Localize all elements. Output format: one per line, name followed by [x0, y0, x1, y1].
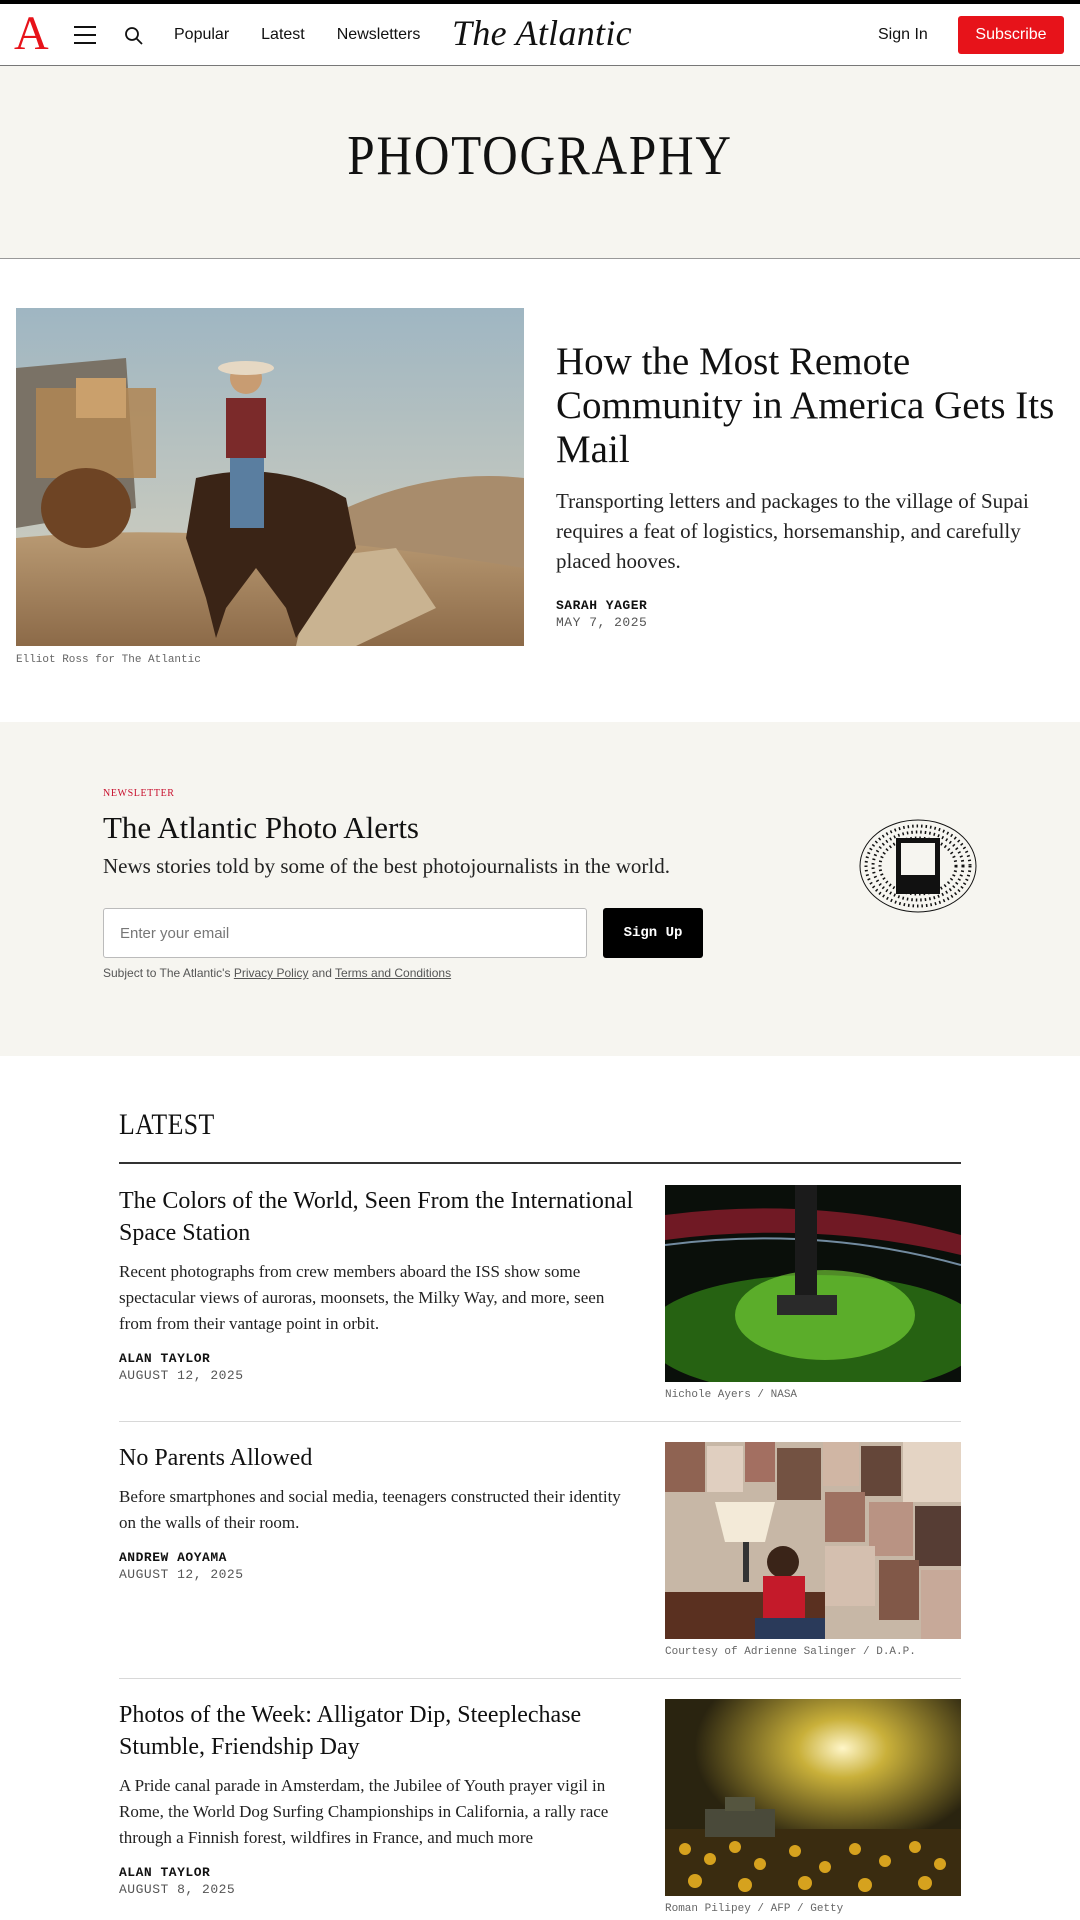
nav-popular[interactable]: Popular: [174, 26, 229, 44]
article-photo-credit: Roman Pilipey / AFP / Getty: [665, 1903, 844, 1915]
article-divider: [119, 1421, 961, 1422]
legal-and: and: [311, 966, 332, 980]
latest-divider: [119, 1162, 961, 1164]
terms-link[interactable]: Terms and Conditions: [335, 966, 451, 980]
top-navigation-bar: A Popular Latest Newsletters The Atlanti…: [0, 0, 1080, 66]
newsletter-legal: Subject to The Atlantic's Privacy Policy…: [103, 966, 451, 980]
newsletter-kicker: NEWSLETTER: [103, 788, 175, 799]
article-card[interactable]: Photos of the Week: Alligator Dip, Steep…: [119, 1699, 961, 1920]
article-author[interactable]: ANDREW AOYAMA: [119, 1550, 227, 1565]
wordmark[interactable]: The Atlantic: [452, 12, 632, 54]
article-date: AUGUST 8, 2025: [119, 1882, 236, 1897]
newsletter-module: NEWSLETTER The Atlantic Photo Alerts New…: [0, 722, 1080, 1056]
newsletter-title: The Atlantic Photo Alerts: [103, 810, 419, 845]
legal-prefix: Subject to The Atlantic's: [103, 966, 231, 980]
section-title: PHOTOGRAPHY: [347, 125, 733, 187]
latest-heading: LATEST: [119, 1108, 215, 1141]
atlantic-logo[interactable]: A: [14, 10, 49, 58]
email-input[interactable]: [103, 908, 587, 958]
hero-author[interactable]: SARAH YAGER: [556, 598, 647, 613]
article-divider: [119, 1678, 961, 1679]
photo-alerts-badge-icon: [859, 819, 977, 913]
nav-newsletters[interactable]: Newsletters: [337, 26, 421, 44]
article-title[interactable]: No Parents Allowed: [119, 1442, 639, 1474]
hero-dek: Transporting letters and packages to the…: [556, 489, 1029, 573]
sign-in-link[interactable]: Sign In: [878, 26, 928, 44]
article-photo-credit: Courtesy of Adrienne Salinger / D.A.P.: [665, 1646, 916, 1658]
search-icon[interactable]: [124, 26, 144, 46]
menu-icon[interactable]: [74, 26, 96, 44]
nav-latest[interactable]: Latest: [261, 26, 305, 44]
article-dek: A Pride canal parade in Amsterdam, the J…: [119, 1776, 609, 1847]
hero-photo-credit: Elliot Ross for The Atlantic: [16, 654, 201, 666]
privacy-policy-link[interactable]: Privacy Policy: [234, 966, 309, 980]
hero-date: MAY 7, 2025: [556, 615, 648, 630]
primary-nav: Popular Latest Newsletters: [174, 26, 420, 44]
article-dek: Before smartphones and social media, tee…: [119, 1487, 621, 1532]
article-title[interactable]: The Colors of the World, Seen From the I…: [119, 1185, 639, 1249]
hero-headline[interactable]: How the Most Remote Community in America…: [556, 340, 1056, 472]
article-card[interactable]: The Colors of the World, Seen From the I…: [119, 1185, 961, 1405]
sign-up-button[interactable]: Sign Up: [603, 908, 703, 958]
article-thumbnail[interactable]: [665, 1185, 961, 1382]
article-photo-credit: Nichole Ayers / NASA: [665, 1389, 798, 1401]
article-date: AUGUST 12, 2025: [119, 1368, 244, 1383]
subscribe-button[interactable]: Subscribe: [958, 16, 1064, 54]
article-dek: Recent photographs from crew members abo…: [119, 1262, 605, 1333]
article-thumbnail[interactable]: [665, 1699, 961, 1896]
article-date: AUGUST 12, 2025: [119, 1567, 244, 1582]
newsletter-description: News stories told by some of the best ph…: [103, 854, 670, 878]
article-card[interactable]: No Parents Allowed Before smartphones an…: [119, 1442, 961, 1662]
article-author[interactable]: ALAN TAYLOR: [119, 1351, 210, 1366]
hero-image[interactable]: [16, 308, 524, 646]
article-author[interactable]: ALAN TAYLOR: [119, 1865, 210, 1880]
section-header: PHOTOGRAPHY: [0, 66, 1080, 259]
article-thumbnail[interactable]: [665, 1442, 961, 1639]
article-title[interactable]: Photos of the Week: Alligator Dip, Steep…: [119, 1699, 639, 1763]
